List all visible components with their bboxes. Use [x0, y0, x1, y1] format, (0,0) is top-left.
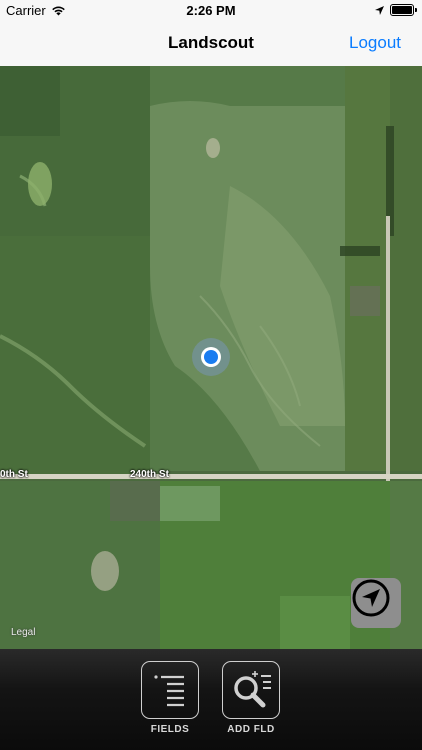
fields-button[interactable]: FIELDS: [141, 661, 199, 735]
track-location-button[interactable]: [351, 578, 401, 628]
legal-link[interactable]: Legal: [11, 627, 35, 638]
satellite-map[interactable]: 0th St 240th St Legal: [0, 66, 422, 649]
bottom-toolbar: FIELDS ADD FLD: [0, 649, 422, 750]
add-field-label: ADD FLD: [227, 724, 275, 735]
logout-button[interactable]: Logout: [349, 33, 401, 53]
current-location-marker: [192, 338, 230, 376]
battery-icon: [390, 4, 417, 16]
road-label-west: 0th St: [0, 469, 28, 480]
status-time: 2:26 PM: [186, 3, 236, 18]
fields-label: FIELDS: [150, 724, 190, 735]
add-field-icon-box: [222, 661, 280, 719]
list-icon: [154, 675, 184, 707]
navigation-arrow-icon: [352, 579, 390, 617]
search-add-icon: [234, 671, 271, 708]
nav-bar: Landscout Logout: [0, 22, 422, 67]
road-label-240th: 240th St: [130, 469, 169, 480]
location-arrow-icon: [375, 5, 384, 15]
status-right: [375, 4, 417, 16]
add-field-button[interactable]: ADD FLD: [222, 661, 280, 735]
fields-icon-box: [141, 661, 199, 719]
status-bar: Carrier 2:26 PM: [0, 0, 422, 22]
